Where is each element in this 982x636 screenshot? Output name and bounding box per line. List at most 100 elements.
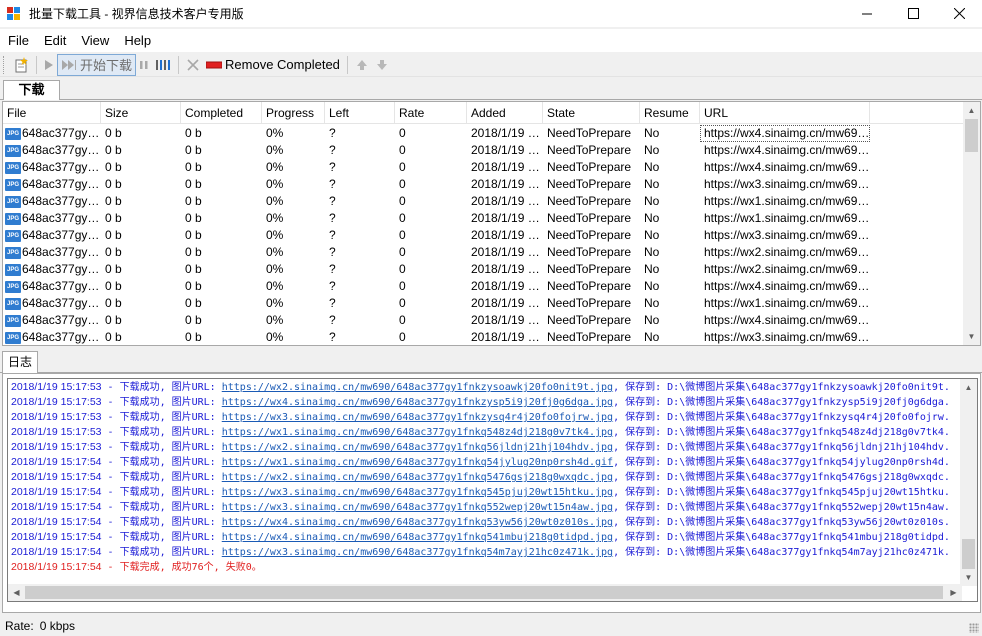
cell-resume: No	[644, 262, 660, 276]
log-url-link[interactable]: https://wx4.sinaimg.cn/mw690/648ac377gy1…	[222, 532, 613, 543]
log-suffix: , 保存到: D:\微博图片采集\648ac377gy1fnkq54jylug2…	[613, 457, 950, 468]
table-row[interactable]: JPG 648ac377gy… 0 b 0 b 0%? 0 2018/1/19 … NeedT…	[3, 312, 967, 329]
resize-grip-icon[interactable]	[969, 623, 979, 633]
pause-all-button[interactable]	[152, 54, 174, 76]
log-url-link[interactable]: https://wx3.sinaimg.cn/mw690/648ac377gy1…	[222, 502, 613, 513]
scroll-right-arrow-icon[interactable]: ▶	[945, 584, 962, 601]
table-row[interactable]: JPG 648ac377gy… 0 b 0 b 0%? 0 2018/1/19 … NeedT…	[3, 244, 967, 261]
scroll-up-arrow-icon[interactable]: ▲	[963, 102, 980, 119]
column-state[interactable]: State	[543, 102, 640, 124]
log-time: 2018/1/19 15:17:54	[11, 501, 102, 513]
column-progress[interactable]: Progress	[262, 102, 325, 124]
column-rate[interactable]: Rate	[395, 102, 467, 124]
cell-progress: 0%	[266, 313, 284, 327]
close-button[interactable]	[936, 0, 982, 27]
table-row[interactable]: JPG 648ac377gy… 0 b 0 b 0%? 0 2018/1/19 … NeedT…	[3, 227, 967, 244]
column-file[interactable]: File	[3, 102, 101, 124]
log-url-link[interactable]: https://wx3.sinaimg.cn/mw690/648ac377gy1…	[222, 547, 613, 558]
cell-size: 0 b	[105, 143, 122, 157]
move-down-button[interactable]	[372, 54, 392, 76]
file-name: 648ac377gy…	[22, 126, 100, 140]
log-url-link[interactable]: https://wx2.sinaimg.cn/mw690/648ac377gy1…	[222, 382, 613, 393]
table-row[interactable]: JPG 648ac377gy… 0 b 0 b 0%? 0 2018/1/19 … NeedT…	[3, 278, 967, 295]
cell-rate: 0	[399, 296, 406, 310]
start-button[interactable]	[41, 54, 57, 76]
table-row[interactable]: JPG 648ac377gy… 0 b 0 b 0%? 0 2018/1/19 … NeedT…	[3, 193, 967, 210]
log-url-link[interactable]: https://wx3.sinaimg.cn/mw690/648ac377gy1…	[222, 412, 613, 423]
tab-log[interactable]: 日志	[2, 351, 38, 373]
menu-view[interactable]: View	[74, 30, 116, 52]
pause-button[interactable]	[136, 54, 152, 76]
log-time: 2018/1/19 15:17:54	[11, 471, 102, 483]
table-row[interactable]: JPG 648ac377gy… 0 b 0 b 0%? 0 2018/1/19 … NeedT…	[3, 176, 967, 193]
grid-vertical-scrollbar[interactable]: ▲ ▼	[963, 102, 980, 345]
log-url-link[interactable]: https://wx2.sinaimg.cn/mw690/648ac377gy1…	[222, 442, 613, 453]
cell-rate: 0	[399, 211, 406, 225]
cell-completed: 0 b	[185, 143, 202, 157]
toolbar-grip[interactable]	[3, 55, 6, 74]
table-row[interactable]: JPG 648ac377gy… 0 b 0 b 0%? 0 2018/1/19 … NeedT…	[3, 210, 967, 227]
new-download-button[interactable]	[10, 54, 32, 76]
scroll-thumb[interactable]	[962, 539, 975, 569]
log-url-link[interactable]: https://wx4.sinaimg.cn/mw690/648ac377gy1…	[222, 517, 613, 528]
remove-completed-button[interactable]: Remove Completed	[203, 54, 343, 76]
cell-file: JPG 648ac377gy…	[3, 295, 101, 312]
log-horizontal-scrollbar[interactable]: ◀ ▶	[8, 584, 962, 601]
log-tab-strip: 日志	[0, 350, 982, 373]
scroll-thumb[interactable]	[25, 586, 943, 599]
start-all-button[interactable]: 开始下载	[57, 53, 137, 76]
table-row[interactable]: JPG 648ac377gy… 0 b 0 b 0%? 0 2018/1/19 … NeedT…	[3, 159, 967, 176]
log-url-link[interactable]: https://wx1.sinaimg.cn/mw690/648ac377gy1…	[222, 457, 613, 468]
log-url-link[interactable]: https://wx1.sinaimg.cn/mw690/648ac377gy1…	[222, 427, 613, 438]
cell-completed: 0 b	[185, 262, 202, 276]
log-url-link[interactable]: https://wx4.sinaimg.cn/mw690/648ac377gy1…	[222, 397, 613, 408]
log-url-link[interactable]: https://wx3.sinaimg.cn/mw690/648ac377gy1…	[222, 487, 613, 498]
column-left[interactable]: Left	[325, 102, 395, 124]
table-row[interactable]: JPG 648ac377gy… 0 b 0 b 0%? 0 2018/1/19 … NeedT…	[3, 261, 967, 278]
table-row[interactable]: JPG 648ac377gy… 0 b 0 b 0%? 0 2018/1/19 … NeedT…	[3, 125, 967, 142]
cell-left: ?	[329, 228, 336, 242]
delete-icon	[187, 58, 199, 71]
column-size[interactable]: Size	[101, 102, 181, 124]
maximize-button[interactable]	[890, 0, 936, 27]
log-suffix: , 保存到: D:\微博图片采集\648ac377gy1fnkq548z4dj2…	[613, 427, 950, 438]
log-textbox[interactable]: 2018/1/19 15:17:53 - 下载成功, 图片URL: https:…	[7, 378, 978, 602]
column-url[interactable]: URL	[700, 102, 870, 124]
tab-download[interactable]: 下载	[3, 80, 60, 100]
scroll-left-arrow-icon[interactable]: ◀	[8, 584, 25, 601]
scroll-up-arrow-icon[interactable]: ▲	[960, 379, 977, 396]
column-resume[interactable]: Resume	[640, 102, 700, 124]
delete-button[interactable]	[183, 54, 203, 76]
cell-file: JPG 648ac377gy…	[3, 329, 101, 345]
cell-completed: 0 b	[185, 279, 202, 293]
jpg-file-icon: JPG	[5, 297, 21, 310]
table-row[interactable]: JPG 648ac377gy… 0 b 0 b 0%? 0 2018/1/19 … NeedT…	[3, 329, 967, 345]
cell-state: NeedToPrepare	[547, 245, 632, 259]
menu-file[interactable]: File	[1, 30, 36, 52]
move-up-button[interactable]	[352, 54, 372, 76]
menu-edit[interactable]: Edit	[37, 30, 73, 52]
menu-help[interactable]: Help	[117, 30, 158, 52]
table-row[interactable]: JPG 648ac377gy… 0 b 0 b 0%? 0 2018/1/19 … NeedT…	[3, 295, 967, 312]
log-url-link[interactable]: https://wx2.sinaimg.cn/mw690/648ac377gy1…	[222, 472, 613, 483]
table-row[interactable]: JPG 648ac377gy… 0 b 0 b 0%? 0 2018/1/19 … NeedT…	[3, 142, 967, 159]
start-download-label: 开始下载	[80, 58, 133, 73]
scroll-down-arrow-icon[interactable]: ▼	[963, 328, 980, 345]
cell-progress: 0%	[266, 160, 284, 174]
log-vertical-scrollbar[interactable]: ▲ ▼	[960, 379, 977, 586]
cell-rate: 0	[399, 177, 406, 191]
cell-left: ?	[329, 313, 336, 327]
column-completed[interactable]: Completed	[181, 102, 262, 124]
minimize-button[interactable]	[844, 0, 890, 27]
log-suffix: , 保存到: D:\微博图片采集\648ac377gy1fnkzysoawkj2…	[613, 382, 950, 393]
scroll-thumb[interactable]	[965, 119, 978, 152]
cell-size: 0 b	[105, 177, 122, 191]
log-line: 2018/1/19 15:17:54 - 下载成功, 图片URL: https:…	[11, 455, 961, 470]
file-name: 648ac377gy…	[22, 160, 100, 174]
cell-file: JPG 648ac377gy…	[3, 227, 101, 244]
menu-bar: File Edit View Help	[0, 29, 982, 52]
column-added[interactable]: Added	[467, 102, 543, 124]
app-icon	[7, 6, 21, 21]
scroll-down-arrow-icon[interactable]: ▼	[960, 569, 977, 586]
cell-added: 2018/1/19 …	[471, 330, 540, 344]
